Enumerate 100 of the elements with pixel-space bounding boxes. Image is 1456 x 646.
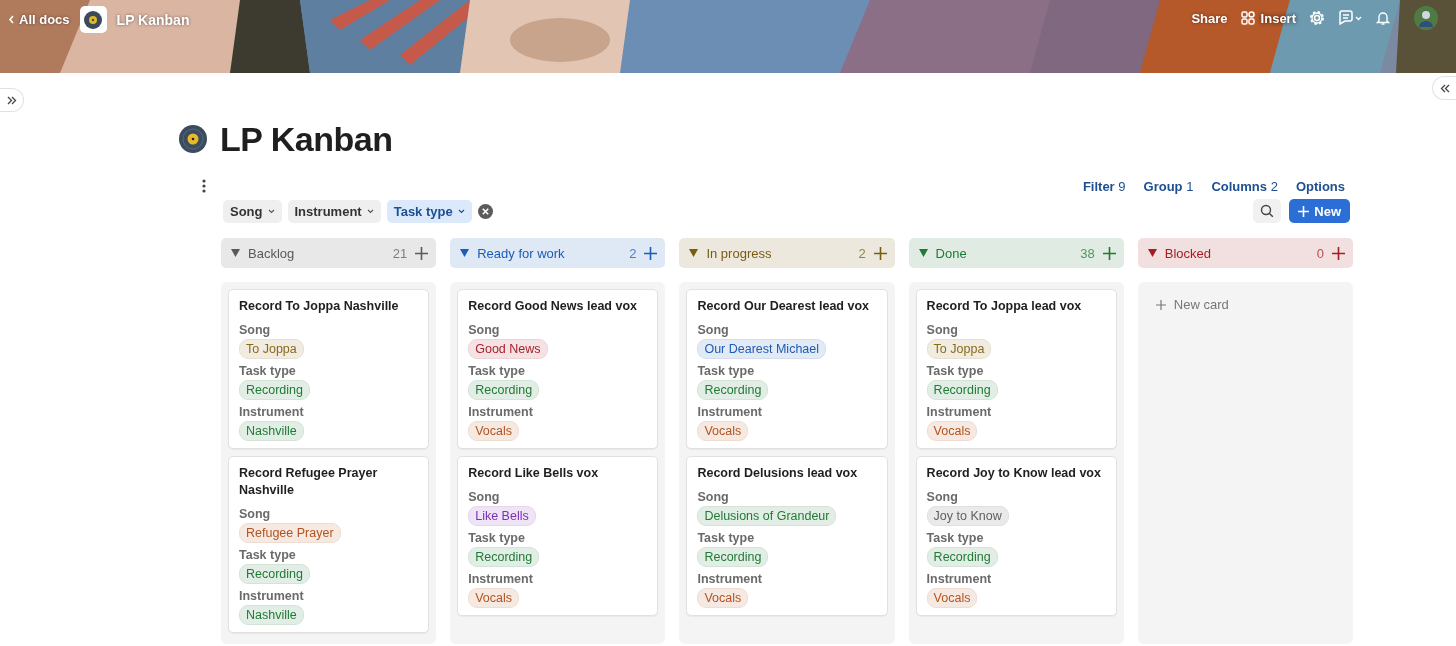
- more-options-icon[interactable]: [202, 179, 206, 193]
- back-link[interactable]: All docs: [8, 12, 70, 27]
- kanban-card[interactable]: Record Delusions lead vox Song Delusions of Grandeur Task type Recording Instrument Vocals: [686, 456, 888, 616]
- settings-icon[interactable]: [1309, 10, 1325, 26]
- tag: Recording: [926, 547, 998, 567]
- caret-icon: [366, 208, 374, 214]
- field-label: Song: [697, 489, 730, 505]
- add-card-button[interactable]: [1332, 246, 1345, 260]
- field-label: Task type: [239, 547, 297, 563]
- field-label: Song: [468, 489, 501, 505]
- plus-icon: [1332, 246, 1345, 260]
- card-title: Record To Joppa Nashville: [239, 298, 400, 315]
- kanban-card[interactable]: Record Like Bells vox Song Like Bells Task type Recording Instrument Vocals: [457, 456, 659, 616]
- field-label: Task type: [926, 363, 985, 379]
- new-card-button[interactable]: New card: [1144, 289, 1346, 320]
- card-title: Record To Joppa lead vox: [926, 298, 1083, 315]
- tag: Recording: [239, 380, 310, 400]
- collapse-triangle-icon[interactable]: [1147, 249, 1157, 257]
- collapse-triangle-icon[interactable]: [918, 249, 928, 257]
- kanban-card[interactable]: Record Joy to Know lead vox Song Joy to Know Task type Recording Instrument Vocals: [915, 456, 1117, 616]
- tag: Recording: [697, 547, 769, 567]
- view-link[interactable]: Group 1: [1143, 178, 1194, 194]
- plus-icon: [1298, 205, 1310, 217]
- card-title: Record Refugee Prayer Nashville: [239, 465, 379, 499]
- field-label: Instrument: [697, 404, 763, 420]
- plus-icon: [415, 246, 429, 260]
- field-label: Instrument: [468, 404, 534, 420]
- search-button[interactable]: [1253, 199, 1282, 223]
- kanban-card[interactable]: Record Refugee Prayer Nashville Song Refugee Prayer Task type Recording Instrument Nashville: [228, 456, 430, 633]
- tag: To Joppa: [926, 339, 992, 359]
- caret-icon: [267, 208, 275, 214]
- expand-panel-button[interactable]: [1432, 76, 1456, 100]
- card-count: 2: [858, 245, 866, 261]
- card-count: 0: [1316, 245, 1324, 261]
- field-label: Task type: [468, 530, 526, 546]
- card-count: 38: [1080, 245, 1095, 261]
- view-link[interactable]: Columns 2: [1211, 178, 1278, 194]
- field-label: Song: [926, 489, 959, 505]
- chevron-left-icon: [8, 15, 15, 24]
- column-name: Ready for work: [477, 245, 566, 261]
- column-name: In progress: [706, 245, 773, 261]
- field-label: Instrument: [926, 404, 993, 420]
- tag: Recording: [468, 380, 540, 400]
- kanban-card[interactable]: Record Good News lead vox Song Good News Task type Recording Instrument Vocals: [457, 289, 659, 449]
- tag: Vocals: [697, 588, 749, 608]
- double-chevron-right-icon: [6, 95, 17, 105]
- tag: Vocals: [468, 588, 520, 608]
- card-count: 21: [392, 245, 408, 261]
- tag: Nashville: [239, 605, 304, 625]
- vinyl-record-icon: [179, 125, 207, 153]
- add-card-button[interactable]: [1102, 246, 1116, 260]
- kanban-card[interactable]: Record To Joppa lead vox Song To Joppa Task type Recording Instrument Vocals: [915, 289, 1117, 449]
- tag: Recording: [468, 547, 540, 567]
- field-label: Instrument: [239, 404, 305, 420]
- view-link[interactable]: Options: [1295, 178, 1345, 194]
- field-label: Instrument: [468, 571, 534, 587]
- bell-icon[interactable]: [1375, 10, 1391, 26]
- field-label: Task type: [239, 363, 297, 379]
- tag: Recording: [697, 380, 769, 400]
- tag: Vocals: [697, 421, 749, 441]
- kanban-card[interactable]: Record Our Dearest lead vox Song Our Dearest Michael Task type Recording Instrument Vocals: [686, 289, 888, 449]
- filter-chip[interactable]: Song: [223, 199, 282, 223]
- vinyl-record-icon: [79, 6, 107, 33]
- column-name: Done: [935, 245, 968, 261]
- field-label: Task type: [468, 363, 526, 379]
- field-label: Task type: [697, 363, 756, 379]
- tag: Good News: [468, 339, 548, 359]
- search-icon: [1260, 204, 1275, 218]
- card-count: 2: [629, 245, 637, 261]
- card-title: Record Our Dearest lead vox: [697, 298, 870, 315]
- tag: Recording: [926, 380, 998, 400]
- field-label: Task type: [697, 530, 756, 546]
- add-card-button[interactable]: [415, 246, 429, 260]
- page-title: LP Kanban: [220, 119, 393, 159]
- add-card-button[interactable]: [873, 246, 887, 260]
- field-label: Instrument: [926, 571, 993, 587]
- card-title: Record Joy to Know lead vox: [926, 465, 1102, 482]
- tag: Vocals: [926, 421, 978, 441]
- column-name: Blocked: [1164, 245, 1213, 261]
- new-button[interactable]: New: [1289, 199, 1350, 223]
- clear-icon[interactable]: [477, 203, 493, 219]
- share-button[interactable]: Share: [1191, 10, 1228, 26]
- filter-chip[interactable]: Instrument: [287, 199, 381, 223]
- collapse-triangle-icon[interactable]: [231, 249, 240, 257]
- grid-icon: [1240, 11, 1255, 25]
- field-label: Song: [697, 322, 730, 338]
- comment-icon[interactable]: [1338, 10, 1362, 26]
- collapse-triangle-icon[interactable]: [689, 249, 699, 257]
- add-card-button[interactable]: [644, 246, 658, 260]
- tag: Our Dearest Michael: [697, 339, 827, 359]
- doc-title: LP Kanban: [116, 11, 190, 28]
- filter-chip[interactable]: Task type: [386, 199, 472, 223]
- kanban-card[interactable]: Record To Joppa Nashville Song To Joppa Task type Recording Instrument Nashville: [228, 289, 430, 449]
- view-link[interactable]: Filter 9: [1082, 178, 1126, 194]
- field-label: Song: [239, 322, 272, 338]
- tag: Delusions of Grandeur: [697, 506, 837, 526]
- field-label: Song: [468, 322, 501, 338]
- field-label: Song: [926, 322, 959, 338]
- collapse-triangle-icon[interactable]: [460, 249, 470, 257]
- expand-sidebar-button[interactable]: [0, 88, 24, 112]
